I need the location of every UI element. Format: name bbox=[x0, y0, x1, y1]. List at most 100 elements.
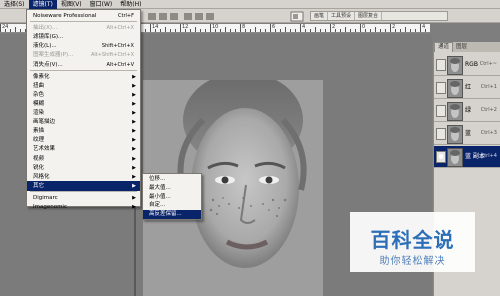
ruler-tick bbox=[145, 29, 146, 32]
ruler-tick bbox=[190, 29, 191, 32]
ruler-number: 2 bbox=[332, 24, 336, 30]
tab-tool-presets[interactable]: 工具预设 bbox=[328, 12, 356, 20]
ruler-tick bbox=[265, 29, 266, 32]
channel-thumbnail bbox=[447, 79, 463, 98]
ruler-tick bbox=[205, 29, 206, 32]
ruler-tick bbox=[345, 27, 346, 32]
menu-item-label: 素描 bbox=[33, 128, 45, 135]
ruler-tick bbox=[310, 29, 311, 32]
ruler-number: 10 bbox=[212, 24, 219, 30]
other-submenu-item[interactable]: 最小值... bbox=[143, 193, 201, 202]
menu-item-label: 像素化 bbox=[33, 73, 50, 80]
tab-layer-comps[interactable]: 图层复合 bbox=[355, 12, 383, 20]
visibility-eye-icon[interactable] bbox=[436, 82, 446, 94]
menu-item-label: 液化(L)... bbox=[33, 43, 57, 50]
visibility-eye-icon[interactable]: ● bbox=[436, 151, 446, 163]
ruler-tick bbox=[250, 29, 251, 32]
menu-item-label: 扭曲 bbox=[33, 82, 45, 89]
channel-name: RGB bbox=[465, 61, 478, 68]
visibility-eye-icon[interactable] bbox=[436, 128, 446, 140]
channel-shortcut: Ctrl+3 bbox=[480, 130, 497, 136]
menu-item-label: 纹理 bbox=[33, 137, 45, 144]
ruler-number: 0 bbox=[362, 24, 366, 30]
other-submenu: 位移... 最大值... 最小值... 自定... 高反差保留... bbox=[142, 173, 202, 220]
submenu-arrow-icon: ▶ bbox=[132, 204, 136, 210]
ruler-tick bbox=[180, 24, 181, 32]
menu-item-label: 画笔描边 bbox=[33, 119, 56, 126]
ruler-tick bbox=[170, 29, 171, 32]
tab-layers[interactable]: 图层 bbox=[453, 43, 470, 52]
palette-well: 画笔 工具预设 图层复合 bbox=[310, 11, 448, 21]
ruler-tick bbox=[415, 29, 416, 32]
ruler-tick bbox=[160, 29, 161, 32]
ruler-tick bbox=[325, 29, 326, 32]
tab-channels[interactable]: 通道 bbox=[434, 42, 454, 52]
other-submenu-item[interactable]: 自定... bbox=[143, 201, 201, 210]
menu-item-label: 抽出(X)... bbox=[33, 25, 58, 32]
watermark-subtitle: 助你轻松解决 bbox=[379, 256, 446, 267]
other-submenu-item[interactable]: 位移... bbox=[143, 175, 201, 184]
menu-item-label: 视频 bbox=[33, 155, 45, 162]
channel-shortcut: Ctrl+2 bbox=[480, 107, 497, 113]
menu-item-shortcut: Alt+Ctrl+V bbox=[106, 61, 134, 68]
menu-window[interactable]: 窗口(W) bbox=[86, 0, 117, 9]
ruler-tick bbox=[240, 24, 241, 32]
channels-panel-tabs: 通道 图层 bbox=[434, 42, 500, 52]
filter-menu-item[interactable]: 消失点(V)... Alt+Ctrl+V bbox=[27, 60, 140, 70]
channel-row[interactable]: RGB Ctrl+~ bbox=[434, 54, 500, 76]
ruler-tick bbox=[390, 24, 391, 32]
watermark-title: 百科全说 bbox=[370, 228, 455, 252]
ruler-tick bbox=[150, 24, 151, 32]
menu-help[interactable]: 帮助(H) bbox=[116, 0, 145, 9]
ruler-tick bbox=[315, 27, 316, 32]
alignment-icons[interactable] bbox=[148, 11, 222, 22]
channel-shortcut: Ctrl+1 bbox=[480, 84, 497, 90]
ruler-number: 6 bbox=[272, 24, 276, 30]
menu-item-shortcut: Ctrl+F bbox=[118, 13, 134, 19]
ruler-tick bbox=[295, 29, 296, 32]
filter-menu-item[interactable]: 其它 ▶ bbox=[27, 180, 140, 191]
ruler-tick bbox=[420, 24, 421, 32]
channel-row[interactable]: ● 蓝 副本 Ctrl+4 bbox=[434, 146, 500, 168]
ruler-number: 2 bbox=[392, 24, 396, 30]
menu-item-label: 模糊 bbox=[33, 100, 45, 107]
ruler-tick bbox=[350, 29, 351, 32]
channel-row[interactable]: 绿 Ctrl+2 bbox=[434, 100, 500, 122]
ruler-tick bbox=[235, 29, 236, 32]
ruler-number: 4 bbox=[302, 24, 306, 30]
filter-menu-item[interactable]: Imagenomic ▶ bbox=[27, 202, 140, 212]
other-submenu-item[interactable]: 高反差保留... bbox=[143, 210, 201, 219]
menu-view[interactable]: 视图(V) bbox=[57, 0, 86, 9]
menu-item-label: Imagenomic bbox=[33, 204, 67, 210]
ruler-tick bbox=[375, 27, 376, 32]
filter-menu-item[interactable]: Noiseware Professional Ctrl+F bbox=[27, 11, 140, 21]
ruler-tick bbox=[255, 27, 256, 32]
ruler-tick bbox=[0, 24, 1, 32]
menu-filter[interactable]: 滤镜(T) bbox=[28, 0, 57, 9]
channel-row[interactable]: 红 Ctrl+1 bbox=[434, 77, 500, 99]
palette-well-icon[interactable] bbox=[290, 11, 304, 22]
ruler-tick bbox=[300, 24, 301, 32]
other-submenu-item[interactable]: 最大值... bbox=[143, 184, 201, 193]
channel-name: 红 bbox=[465, 84, 472, 91]
channel-name: 蓝 bbox=[465, 130, 472, 137]
ruler-tick bbox=[330, 24, 331, 32]
ruler-tick bbox=[210, 24, 211, 32]
ruler-tick bbox=[20, 29, 21, 32]
menu-select[interactable]: 选择(S) bbox=[0, 0, 29, 9]
ruler-number: 12 bbox=[182, 24, 189, 30]
channel-name: 绿 bbox=[465, 107, 472, 114]
ruler-tick bbox=[165, 27, 166, 32]
menu-item-label: 锐化 bbox=[33, 164, 45, 171]
tab-brushes[interactable]: 画笔 bbox=[311, 12, 329, 20]
channel-row[interactable]: 蓝 Ctrl+3 bbox=[434, 123, 500, 145]
ruler-tick bbox=[380, 29, 381, 32]
menu-separator bbox=[30, 21, 137, 23]
visibility-eye-icon[interactable] bbox=[436, 105, 446, 117]
ruler-number: 24 bbox=[2, 24, 9, 30]
visibility-eye-icon[interactable] bbox=[436, 59, 446, 71]
ruler-tick bbox=[410, 29, 411, 32]
ruler-tick bbox=[360, 24, 361, 32]
ruler-tick bbox=[220, 29, 221, 32]
filter-menu: Noiseware Professional Ctrl+F 抽出(X)... Alt+… bbox=[26, 9, 141, 210]
